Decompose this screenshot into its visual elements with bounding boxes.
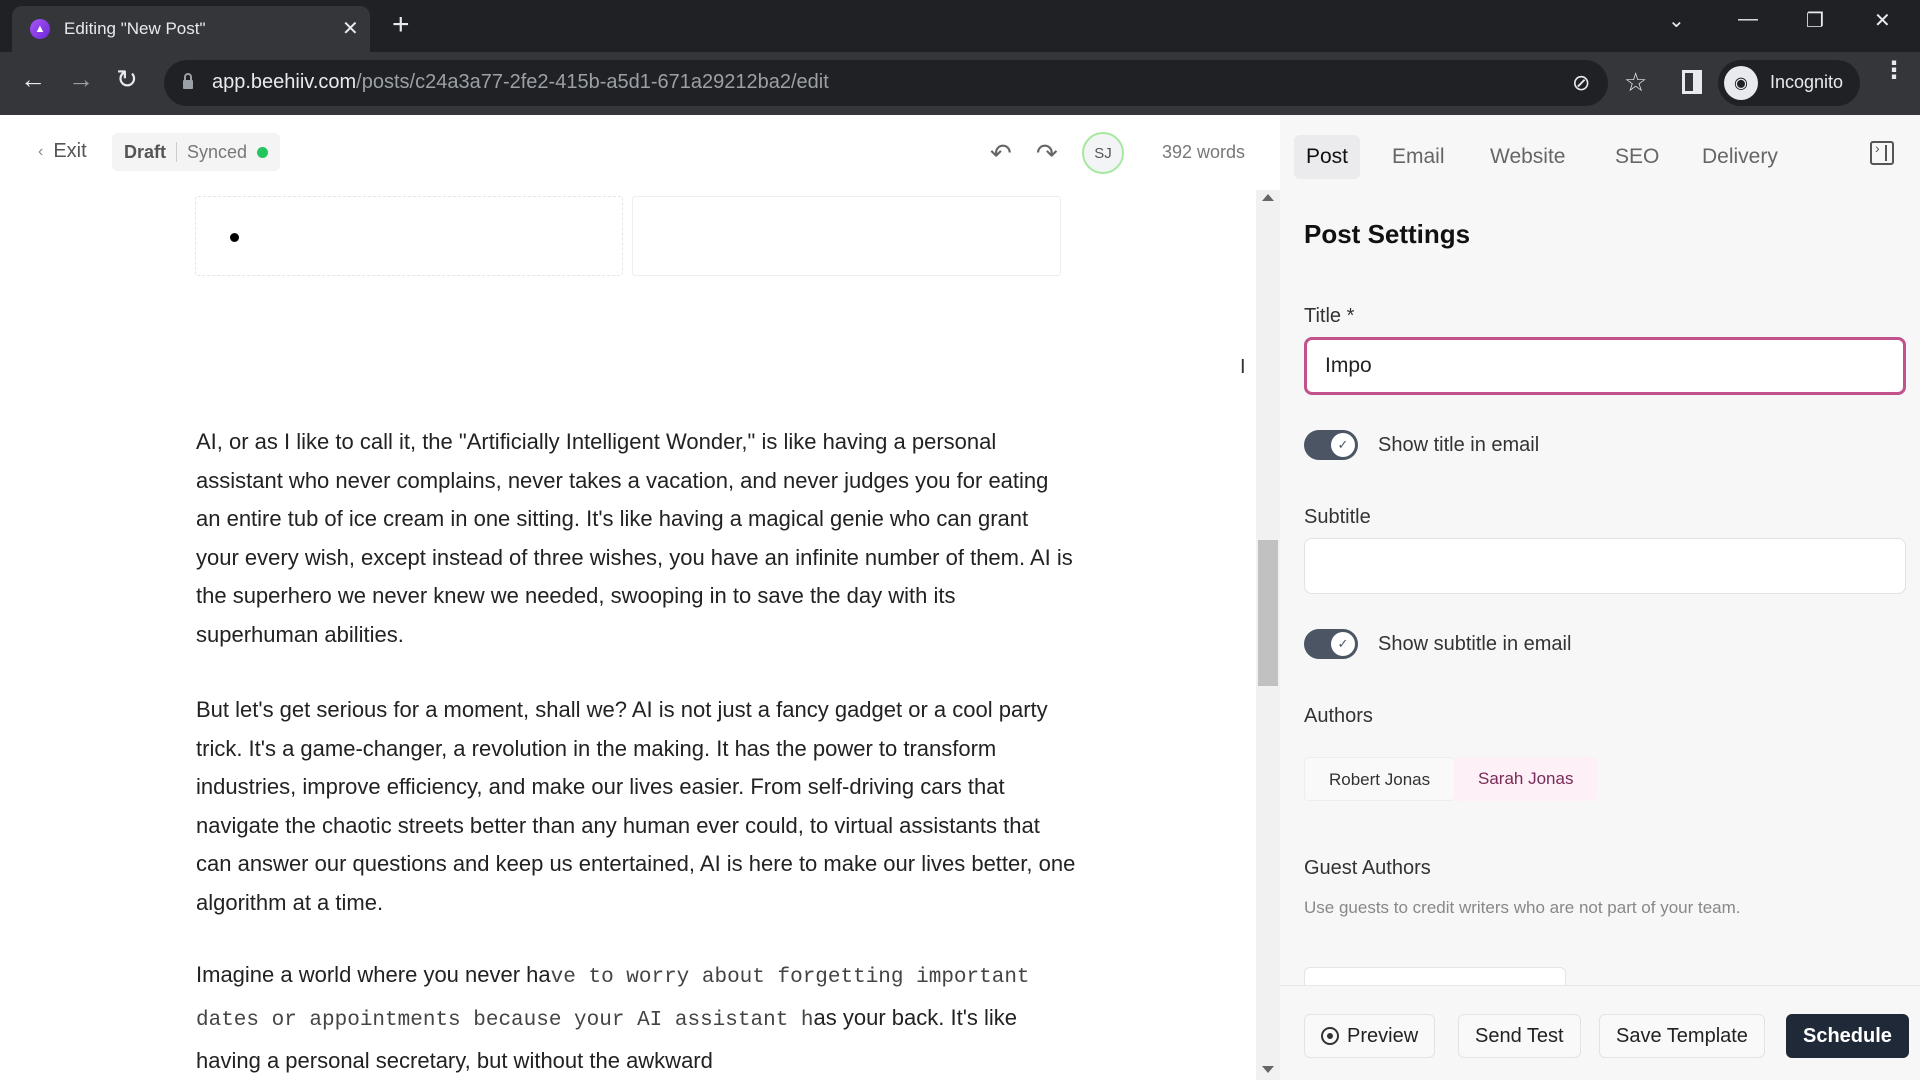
check-icon: ✓ xyxy=(1331,433,1355,457)
divider xyxy=(176,142,178,162)
browser-tab[interactable]: ▲ Editing "New Post" ✕ xyxy=(12,6,370,52)
paragraph[interactable]: AI, or as I like to call it, the "Artifi… xyxy=(196,423,1076,654)
incognito-label: Incognito xyxy=(1770,72,1844,92)
tab-seo[interactable]: SEO xyxy=(1603,135,1671,179)
tab-email[interactable]: Email xyxy=(1380,135,1457,179)
back-button[interactable]: ← xyxy=(20,64,46,95)
tab-delivery[interactable]: Delivery xyxy=(1690,135,1790,179)
toggle-switch[interactable]: ✓ xyxy=(1304,430,1358,460)
tab-website[interactable]: Website xyxy=(1478,135,1577,179)
preview-label: Preview xyxy=(1347,1025,1419,1047)
column-block-right[interactable] xyxy=(632,196,1061,276)
subtitle-label: Subtitle xyxy=(1304,506,1371,528)
paragraph[interactable]: But let's get serious for a moment, shal… xyxy=(196,691,1076,922)
minimize-button[interactable]: — xyxy=(1738,8,1758,31)
restore-button[interactable]: ❐ xyxy=(1806,8,1824,33)
beehiiv-favicon-icon: ▲ xyxy=(30,19,50,39)
address-bar[interactable]: app.beehiiv.com/posts/c24a3a77-2fe2-415b… xyxy=(164,60,1647,106)
toggle-label: Show title in email xyxy=(1378,433,1540,456)
authors-label: Authors xyxy=(1304,705,1373,727)
scroll-down-arrow-icon[interactable] xyxy=(1262,1066,1274,1073)
tab-title: Editing "New Post" xyxy=(64,19,206,38)
browser-menu-icon[interactable]: ⋮ xyxy=(1882,59,1906,83)
text-cursor-icon: I xyxy=(1240,356,1246,378)
chevron-left-icon: ‹ xyxy=(38,142,44,160)
bookmark-star-icon[interactable]: ☆ xyxy=(1624,67,1647,98)
settings-panel: Post Email Website SEO Delivery Post Set… xyxy=(1280,115,1920,1080)
show-subtitle-toggle[interactable]: ✓ Show subtitle in email xyxy=(1304,629,1571,659)
check-icon: ✓ xyxy=(1331,632,1355,656)
send-test-button[interactable]: Send Test xyxy=(1458,1014,1581,1058)
incognito-profile-button[interactable]: ◉ Incognito xyxy=(1718,60,1860,106)
author-chip[interactable]: Robert Jonas xyxy=(1304,757,1456,801)
status-badge: Draft Synced xyxy=(112,133,281,171)
tracking-blocked-icon[interactable]: ⊘ xyxy=(1572,70,1590,96)
toggle-label: Show subtitle in email xyxy=(1378,632,1572,655)
new-tab-button[interactable]: + xyxy=(392,8,410,42)
column-block-left[interactable] xyxy=(195,196,623,276)
browser-toolbar: ← → ↻ app.beehiiv.com/posts/c24a3a77-2fe… xyxy=(0,52,1920,115)
word-count: 392 words xyxy=(1162,142,1246,162)
url-text: app.beehiiv.com/posts/c24a3a77-2fe2-415b… xyxy=(212,71,829,93)
post-editor[interactable]: AI, or as I like to call it, the "Artifi… xyxy=(0,190,1256,1080)
guest-authors-label: Guest Authors xyxy=(1304,857,1431,879)
reload-button[interactable]: ↻ xyxy=(116,64,138,95)
bullet-point xyxy=(230,233,239,242)
panel-title: Post Settings xyxy=(1304,219,1471,249)
sync-indicator-dot xyxy=(257,146,269,158)
schedule-button[interactable]: Schedule xyxy=(1786,1014,1909,1058)
show-title-toggle[interactable]: ✓ Show title in email xyxy=(1304,430,1539,460)
guest-authors-description: Use guests to credit writers who are not… xyxy=(1304,898,1741,917)
title-input[interactable]: Impo xyxy=(1304,337,1906,395)
panel-footer: Preview Send Test Save Template Schedule xyxy=(1280,985,1920,1080)
browser-tab-bar: ▲ Editing "New Post" ✕ + ⌄ — ❐ ✕ xyxy=(0,0,1920,52)
toggle-switch[interactable]: ✓ xyxy=(1304,629,1358,659)
side-panel-icon[interactable] xyxy=(1682,70,1702,94)
eye-icon xyxy=(1321,1027,1339,1045)
draft-status: Draft xyxy=(124,141,167,162)
incognito-icon: ◉ xyxy=(1724,66,1758,100)
exit-label: Exit xyxy=(53,140,87,162)
collapse-panel-icon[interactable] xyxy=(1870,140,1894,165)
window-close-button[interactable]: ✕ xyxy=(1874,8,1891,33)
preview-button[interactable]: Preview xyxy=(1304,1014,1436,1058)
tab-post[interactable]: Post xyxy=(1294,135,1361,179)
author-chip[interactable]: Sarah Jonas xyxy=(1454,757,1598,801)
title-label: Title * xyxy=(1304,305,1355,327)
undo-icon[interactable]: ↶ xyxy=(990,138,1012,169)
exit-button[interactable]: ‹ Exit xyxy=(38,140,87,163)
forward-button[interactable]: → xyxy=(68,64,94,95)
scroll-up-arrow-icon[interactable] xyxy=(1262,194,1274,201)
tab-search-icon[interactable]: ⌄ xyxy=(1668,8,1685,33)
redo-icon[interactable]: ↷ xyxy=(1036,138,1058,169)
avatar[interactable]: SJ xyxy=(1082,132,1124,174)
paragraph[interactable]: Imagine a world where you never have to … xyxy=(196,956,1076,1080)
scrollbar-thumb[interactable] xyxy=(1258,540,1278,686)
close-tab-icon[interactable]: ✕ xyxy=(342,16,359,41)
paragraph-text: Imagine a world where you never ha xyxy=(196,962,551,987)
sync-status: Synced xyxy=(187,141,248,162)
save-template-button[interactable]: Save Template xyxy=(1599,1014,1765,1058)
lock-icon xyxy=(183,73,193,89)
subtitle-input[interactable] xyxy=(1304,538,1906,594)
